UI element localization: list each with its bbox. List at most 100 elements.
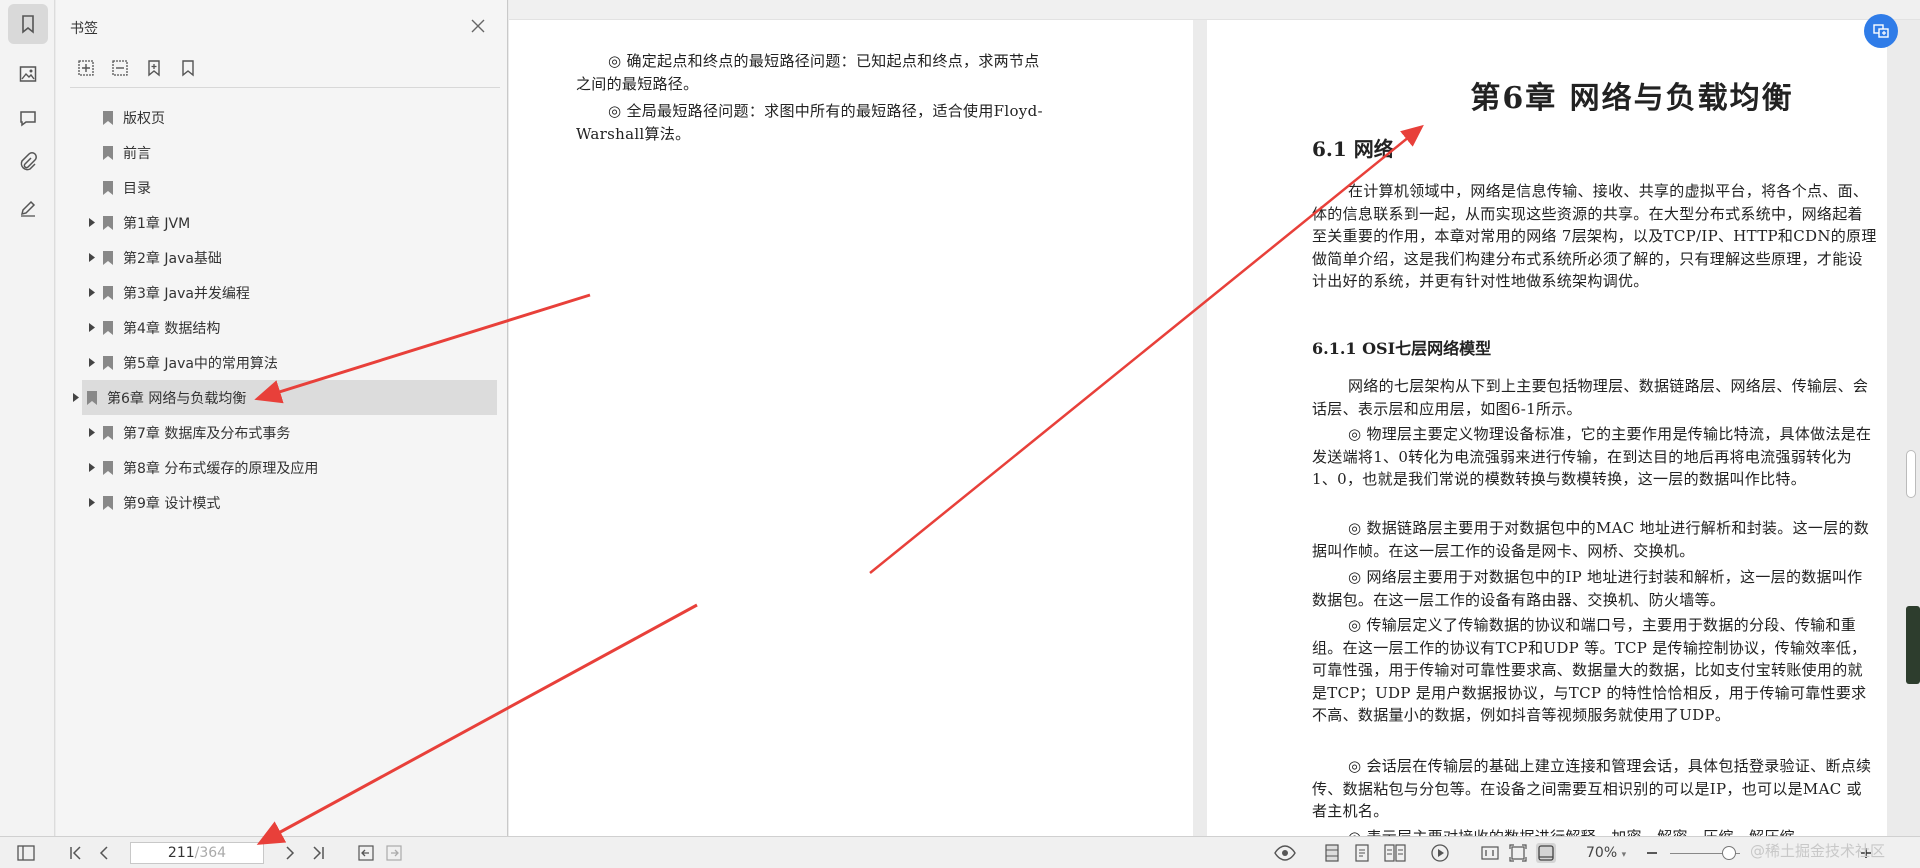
zoom-out-button[interactable] bbox=[1642, 843, 1662, 863]
pen-sign-icon bbox=[20, 200, 36, 217]
bookmark-label: 前言 bbox=[123, 145, 151, 162]
document-viewport[interactable]: ◎ 确定起点和终点的最短路径问题：已知起点和终点，求两节点之间的最短路径。 ◎ … bbox=[509, 0, 1920, 836]
bookmark-icon bbox=[102, 460, 116, 475]
left-icon-rail bbox=[0, 0, 55, 836]
expand-arrow-icon[interactable] bbox=[70, 393, 82, 402]
zoom-level-dropdown[interactable]: 70% ▾ bbox=[1586, 845, 1626, 861]
attachment-panel-button[interactable] bbox=[8, 142, 48, 182]
pdf-reader-window: 书签 版权页 前言 目录 第1章 JVM 第2章 Java基础 第3章 Java并发编程第… bbox=[0, 0, 1920, 868]
bookmark-icon bbox=[102, 425, 116, 440]
fit-width-button[interactable] bbox=[1536, 843, 1556, 863]
bookmark-icon bbox=[102, 355, 116, 370]
bookmark-item[interactable]: 版权页 bbox=[66, 100, 501, 135]
close-panel-button[interactable] bbox=[468, 16, 488, 36]
bookmark-item[interactable]: 第2章 Java基础 bbox=[66, 240, 501, 275]
bookmark-icon bbox=[102, 250, 116, 265]
expand-all-icon bbox=[78, 60, 94, 76]
play-button[interactable] bbox=[1430, 843, 1450, 863]
vertical-scrollbar[interactable] bbox=[1902, 20, 1920, 836]
bookmark-label: 第9章 设计模式 bbox=[123, 495, 221, 512]
eye-care-mode-button[interactable] bbox=[1272, 843, 1298, 863]
toggle-sidebar-button[interactable] bbox=[16, 843, 36, 863]
para-shortest-path-fixed: ◎ 确定起点和终点的最短路径问题：已知起点和终点，求两节点之间的最短路径。 bbox=[576, 52, 1040, 93]
divider bbox=[70, 87, 500, 88]
play-icon bbox=[1431, 844, 1449, 862]
bookmark-icon bbox=[102, 110, 116, 125]
scrollbar-thumb[interactable] bbox=[1906, 450, 1916, 498]
back-button[interactable] bbox=[356, 843, 376, 863]
expand-arrow-icon[interactable] bbox=[86, 358, 98, 367]
thumbnail-panel-button[interactable] bbox=[8, 54, 48, 94]
fit-page-icon bbox=[1509, 844, 1527, 862]
remove-bookmark-button[interactable] bbox=[178, 58, 198, 78]
next-page-button[interactable] bbox=[280, 843, 300, 863]
expand-arrow-icon[interactable] bbox=[86, 428, 98, 437]
last-page-button[interactable] bbox=[308, 843, 328, 863]
close-icon bbox=[471, 19, 485, 33]
expand-arrow-icon[interactable] bbox=[86, 323, 98, 332]
bookmark-item[interactable]: 第1章 JVM bbox=[66, 205, 501, 240]
status-bar: 211/364 70% ▾ bbox=[0, 836, 1920, 868]
bookmark-icon bbox=[102, 145, 116, 160]
para-physical-layer: ◎ 物理层主要定义物理设备标准，它的主要作用是传输比特流，具体做法是在发送端将1… bbox=[1312, 425, 1872, 488]
expand-arrow-icon[interactable] bbox=[86, 498, 98, 507]
bookmark-item[interactable]: 第5章 Java中的常用算法 bbox=[66, 345, 501, 380]
para-session-layer: ◎ 会话层在传输层的基础上建立连接和管理会话，具体包括登录验证、断点续传、数据粘… bbox=[1312, 757, 1872, 820]
zoom-slider-handle[interactable] bbox=[1722, 846, 1736, 860]
bookmark-item[interactable]: 第8章 分布式缓存的原理及应用 bbox=[66, 450, 501, 485]
para-presentation-layer: ◎ 表示层主要对接收的数据进行解释、加密、解密、压缩、解压缩 bbox=[1312, 826, 1877, 836]
para-layers: 网络的七层架构从下到上主要包括物理层、数据链路层、网络层、传输层、会话层、表示层… bbox=[1312, 377, 1869, 418]
collapse-all-icon bbox=[112, 60, 128, 76]
collapse-all-button[interactable] bbox=[110, 58, 130, 78]
bookmark-item[interactable]: 第7章 数据库及分布式事务 bbox=[66, 415, 501, 450]
expand-arrow-icon[interactable] bbox=[86, 463, 98, 472]
expand-arrow-icon[interactable] bbox=[86, 253, 98, 262]
signature-panel-button[interactable] bbox=[8, 188, 48, 228]
fit-page-button[interactable] bbox=[1508, 843, 1528, 863]
expand-arrow-icon[interactable] bbox=[86, 218, 98, 227]
eye-icon bbox=[1274, 845, 1296, 861]
section-title: 6.1 网络 bbox=[1312, 137, 1394, 161]
fit-width-icon bbox=[1538, 845, 1554, 861]
bookmark-panel-button[interactable] bbox=[8, 4, 48, 44]
bookmark-label: 第2章 Java基础 bbox=[123, 250, 222, 267]
translate-icon bbox=[1873, 24, 1889, 38]
bookmark-item[interactable]: 目录 bbox=[66, 170, 501, 205]
bookmark-item[interactable]: 第3章 Java并发编程 bbox=[66, 275, 501, 310]
continuous-page-button[interactable] bbox=[1352, 843, 1372, 863]
bookmark-item[interactable]: 第4章 数据结构 bbox=[66, 310, 501, 345]
current-page: 211 bbox=[167, 845, 195, 861]
bookmark-label: 版权页 bbox=[123, 110, 165, 127]
add-bookmark-button[interactable] bbox=[144, 58, 164, 78]
bookmark-item[interactable]: 第6章 网络与负载均衡 bbox=[73, 380, 497, 415]
bookmark-icon bbox=[102, 285, 116, 300]
bookmark-label: 第7章 数据库及分布式事务 bbox=[123, 425, 291, 442]
bookmark-label: 第3章 Java并发编程 bbox=[123, 285, 250, 302]
single-page-button[interactable] bbox=[1322, 843, 1342, 863]
bookmark-icon bbox=[102, 320, 116, 335]
two-page-button[interactable] bbox=[1382, 843, 1408, 863]
bookmark-item[interactable]: 第9章 设计模式 bbox=[66, 485, 501, 520]
actual-size-button[interactable] bbox=[1480, 843, 1500, 863]
comment-icon bbox=[20, 111, 36, 127]
single-page-icon bbox=[1325, 844, 1339, 862]
ai-assistant-button[interactable] bbox=[1864, 14, 1898, 48]
bookmark-item[interactable]: 前言 bbox=[66, 135, 501, 170]
expand-all-button[interactable] bbox=[76, 58, 96, 78]
comment-panel-button[interactable] bbox=[8, 98, 48, 138]
page-left: ◎ 确定起点和终点的最短路径问题：已知起点和终点，求两节点之间的最短路径。 ◎ … bbox=[509, 20, 1193, 836]
prev-page-button[interactable] bbox=[94, 843, 114, 863]
bookmark-outline-icon bbox=[182, 60, 194, 77]
page-number-input[interactable]: 211/364 bbox=[130, 842, 264, 864]
watermark: @稀土掘金技术社区 bbox=[1750, 842, 1886, 860]
first-page-button[interactable] bbox=[66, 843, 86, 863]
bookmark-icon bbox=[102, 180, 116, 195]
chevron-left-icon bbox=[99, 846, 108, 860]
minus-icon bbox=[1647, 852, 1657, 854]
panel-title: 书签 bbox=[70, 21, 98, 37]
bookmark-label: 第5章 Java中的常用算法 bbox=[123, 355, 278, 372]
forward-button[interactable] bbox=[384, 843, 404, 863]
side-widget[interactable] bbox=[1906, 606, 1920, 684]
expand-arrow-icon[interactable] bbox=[86, 288, 98, 297]
bookmark-list: 版权页前言目录 第1章 JVM 第2章 Java基础第3章 Java并发编程第4章 … bbox=[66, 100, 501, 520]
